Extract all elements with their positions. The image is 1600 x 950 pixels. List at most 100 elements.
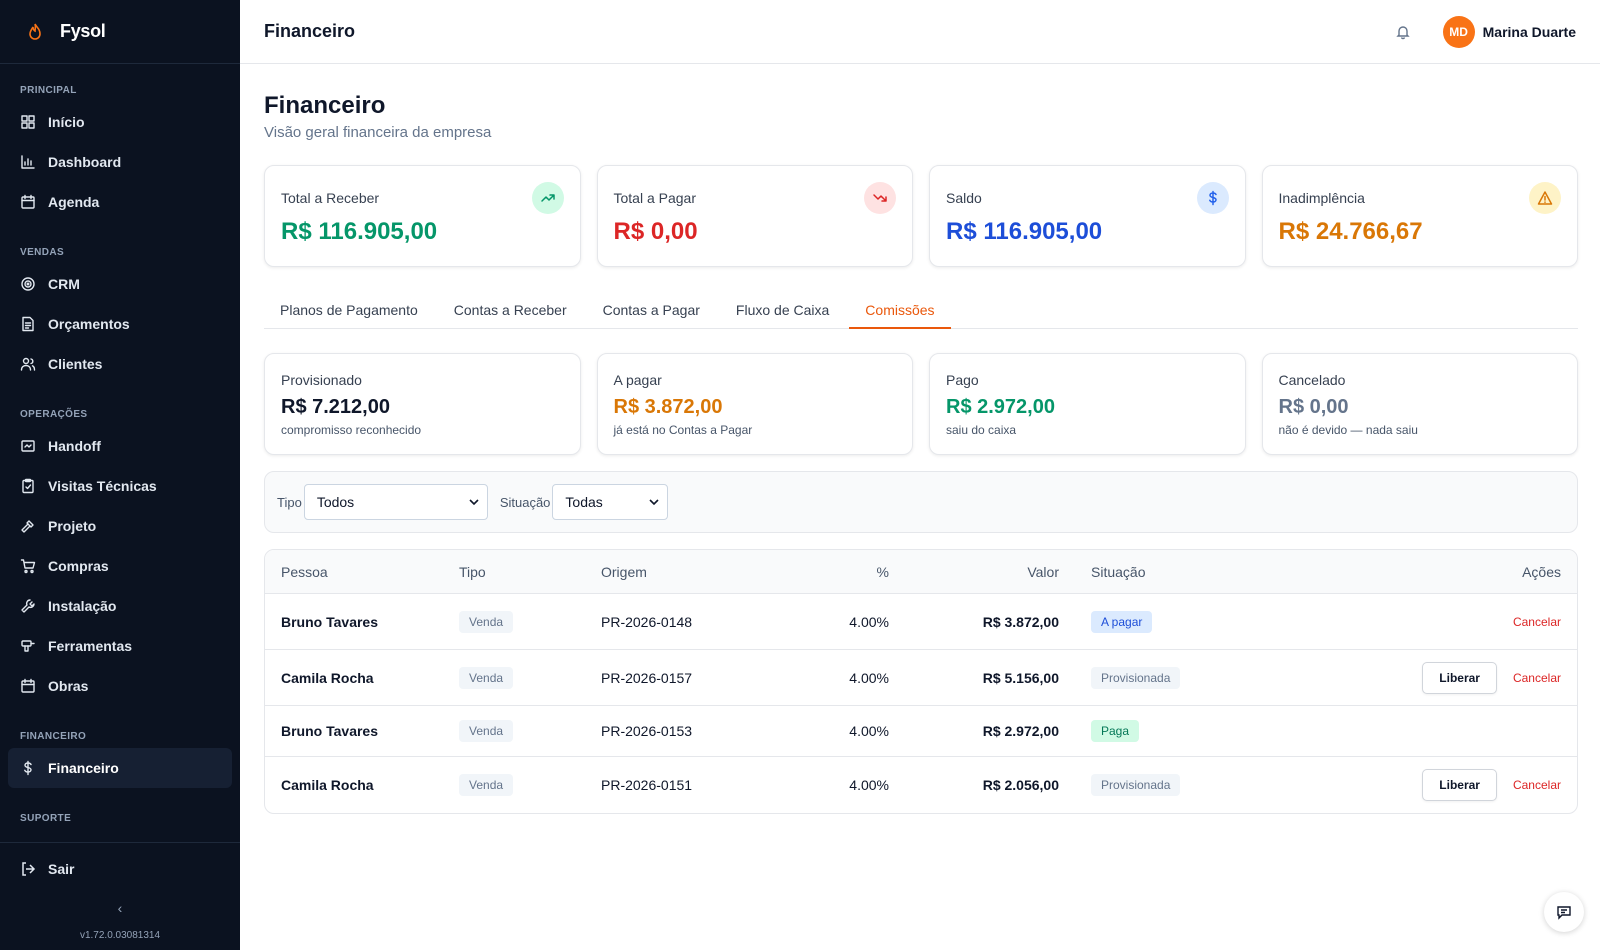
commission-card-label: Pago	[946, 372, 979, 388]
commission-card: Pago R$ 2.972,00 saiu do caixa	[929, 353, 1246, 455]
summary-card-label: Total a Pagar	[613, 190, 697, 206]
cell-acoes: Liberar Cancelar	[1259, 769, 1577, 801]
sidebar-item-or-amentos[interactable]: Orçamentos	[0, 304, 240, 344]
brand[interactable]: Fysol	[0, 0, 240, 64]
wrench-icon	[20, 598, 36, 614]
summary-card-value: R$ 0,00	[613, 218, 698, 245]
tipo-badge: Venda	[459, 666, 514, 689]
summary-card: Inadimplência R$ 24.766,67	[1261, 165, 1578, 267]
status-badge: Paga	[1091, 720, 1140, 742]
sidebar-item-ferramentas[interactable]: Ferramentas	[0, 626, 240, 666]
sidebar-item-agenda[interactable]: Agenda	[0, 182, 240, 222]
logout-label: Sair	[48, 860, 75, 877]
sidebar-item-handoff[interactable]: Handoff	[0, 426, 240, 466]
summary-card-value: R$ 116.905,00	[946, 218, 1103, 245]
summary-card: Total a Receber R$ 116.905,00	[264, 165, 581, 267]
sidebar-item-instala-o[interactable]: Instalação	[0, 586, 240, 626]
target-icon	[20, 276, 36, 292]
cancelar-link[interactable]: Cancelar	[1513, 778, 1561, 792]
cell-acoes: Liberar Cancelar	[1259, 661, 1577, 694]
status-badge: A pagar	[1091, 610, 1153, 633]
cell-pessoa: Bruno Tavares	[281, 723, 378, 739]
page-subtitle: Visão geral financeira da empresa	[264, 124, 492, 141]
section-label-vendas: VENDAS	[20, 247, 65, 258]
clipboard-icon	[20, 478, 36, 494]
sidebar-item-label: Obras	[48, 678, 89, 694]
user-avatar[interactable]: MD	[1442, 15, 1475, 48]
commission-card-value: R$ 0,00	[1278, 396, 1349, 418]
filter-tipo-label: Tipo	[277, 494, 302, 510]
sidebar-item-dashboard[interactable]: Dashboard	[0, 142, 240, 182]
sidebar-item-projeto[interactable]: Projeto	[0, 506, 240, 546]
cell-acoes: Cancelar	[1259, 615, 1577, 629]
summary-card-label: Inadimplência	[1278, 190, 1365, 206]
users-icon	[20, 356, 36, 372]
header-acoes: Ações	[1522, 563, 1561, 580]
cell-percent: 4.00%	[849, 777, 889, 793]
sidebar-item-obras[interactable]: Obras	[0, 666, 240, 706]
cell-pessoa: Camila Rocha	[281, 669, 374, 686]
cancelar-link[interactable]: Cancelar	[1513, 615, 1561, 629]
trending-up-icon	[531, 182, 564, 214]
commission-card-note: compromisso reconhecido	[281, 423, 422, 437]
filter-tipo-select[interactable]: Todos	[303, 484, 488, 520]
cell-origem: PR-2026-0148	[601, 613, 693, 630]
cell-valor: R$ 3.872,00	[982, 613, 1059, 630]
sidebar-item-compras[interactable]: Compras	[0, 546, 240, 586]
section-label-financeiro: FINANCEIRO	[20, 731, 87, 742]
sidebar-item-label: Ferramentas	[48, 638, 133, 654]
notifications-bell-icon[interactable]	[1393, 22, 1413, 42]
tab-planos-de-pagamento[interactable]: Planos de Pagamento	[264, 291, 434, 329]
summary-card: Saldo R$ 116.905,00	[929, 165, 1246, 267]
cell-situacao: Paga	[1059, 720, 1259, 742]
sidebar-item-visitas-t-cnicas[interactable]: Visitas Técnicas	[0, 466, 240, 506]
cell-tipo: Venda	[459, 610, 601, 633]
page-title: Financeiro	[264, 92, 386, 119]
chat-support-button[interactable]	[1544, 892, 1584, 932]
cell-situacao: A pagar	[1059, 610, 1259, 633]
sidebar-item-in-cio[interactable]: Início	[0, 102, 240, 142]
status-badge: Provisionada	[1091, 774, 1181, 796]
sidebar-item-label: Instalação	[48, 598, 117, 614]
tab-comiss-es[interactable]: Comissões	[849, 291, 951, 329]
collapse-sidebar-button[interactable]: ‹	[0, 894, 240, 922]
table-header: Pessoa Tipo Origem % Valor Situação Açõe…	[265, 550, 1577, 594]
tabs: Planos de Pagamento Contas a Receber Conta…	[264, 291, 1578, 329]
cell-valor: R$ 5.156,00	[982, 669, 1059, 686]
cell-percent: 4.00%	[849, 613, 889, 630]
commission-card-label: Cancelado	[1278, 372, 1346, 388]
sidebar-item-financeiro[interactable]: Financeiro	[8, 748, 232, 788]
sidebar-item-crm[interactable]: CRM	[0, 264, 240, 304]
sidebar-item-label: CRM	[48, 276, 80, 292]
cell-situacao: Provisionada	[1059, 666, 1259, 689]
tab-fluxo-de-caixa[interactable]: Fluxo de Caixa	[720, 291, 845, 329]
user-name[interactable]: Marina Duarte	[1483, 24, 1576, 40]
sidebar-item-label: Visitas Técnicas	[48, 478, 157, 494]
grid-icon	[20, 114, 36, 130]
sidebar-item-clientes[interactable]: Clientes	[0, 344, 240, 384]
commission-card-value: R$ 7.212,00	[281, 396, 390, 418]
commission-card-label: Provisionado	[281, 372, 362, 388]
logout-button[interactable]: Sair	[0, 842, 240, 894]
filter-situacao-select[interactable]: Todas	[552, 484, 669, 520]
cell-tipo: Venda	[459, 774, 601, 796]
cancelar-link[interactable]: Cancelar	[1513, 671, 1561, 685]
header-percent: %	[876, 563, 889, 580]
tab-contas-a-pagar[interactable]: Contas a Pagar	[587, 291, 716, 329]
sidebar-footer: Sair ‹ v1.72.0.03081314	[0, 842, 240, 950]
cart-icon	[20, 558, 36, 574]
brand-name: Fysol	[60, 21, 106, 41]
alert-triangle-icon	[1529, 182, 1561, 214]
liberar-button[interactable]: Liberar	[1422, 661, 1497, 694]
commission-card: Provisionado R$ 7.212,00 compromisso recon…	[264, 353, 581, 455]
tab-contas-a-receber[interactable]: Contas a Receber	[438, 291, 583, 329]
cell-percent: 4.00%	[849, 669, 889, 686]
commission-card-note: saiu do caixa	[946, 423, 1017, 437]
sidebar: Fysol PRINCIPAL Início Dashboard Agenda VEND…	[0, 0, 240, 950]
handoff-icon	[20, 438, 36, 454]
main-content: Financeiro Visão geral financeira da emp…	[264, 64, 1578, 814]
liberar-button[interactable]: Liberar	[1422, 769, 1497, 801]
topbar-title: Financeiro	[264, 21, 356, 41]
section-label-principal: PRINCIPAL	[20, 85, 77, 96]
